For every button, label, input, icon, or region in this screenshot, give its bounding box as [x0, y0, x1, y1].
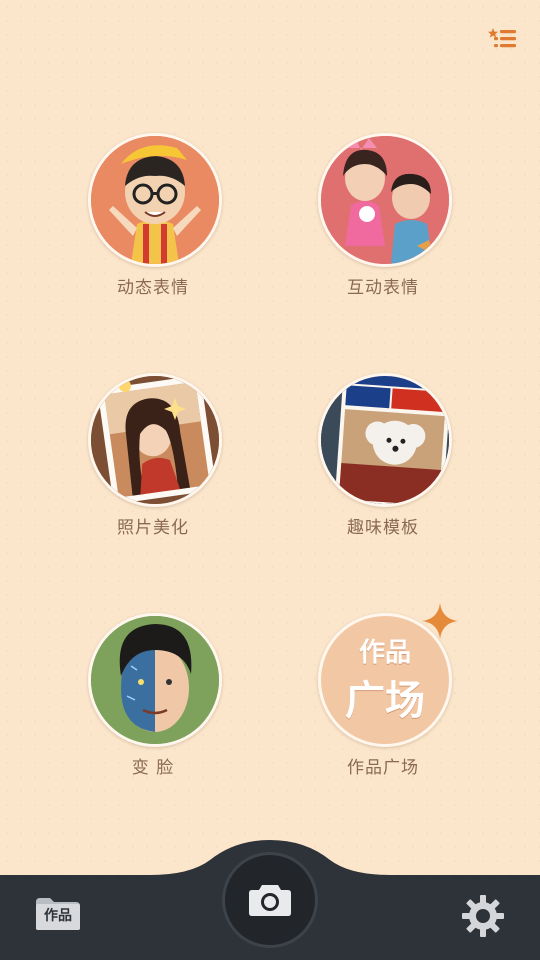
feature-label: 互动表情 [347, 278, 419, 298]
works-square-badge-line2: 广场 [345, 678, 425, 724]
feature-face-change[interactable]: 变 脸 [68, 613, 238, 793]
feature-interactive-emoji[interactable]: 互动表情 [298, 133, 468, 313]
feature-label: 趣味模板 [347, 518, 419, 538]
menu-button[interactable] [486, 24, 520, 54]
feature-photo-beautify[interactable]: 照片美化 [68, 373, 238, 553]
couple-cartoon-avatar-icon [318, 133, 452, 267]
star-list-icon [488, 28, 516, 48]
magazine-dog-icon [318, 373, 452, 507]
camera-button[interactable] [222, 852, 318, 948]
gear-icon [462, 895, 504, 937]
face-change-icon [88, 613, 222, 747]
feature-label: 动态表情 [117, 278, 189, 298]
settings-button[interactable] [460, 893, 506, 939]
sparkle-icon [422, 603, 458, 639]
feature-works-square[interactable]: 作品 广场 作品广场 [298, 603, 468, 793]
cartoon-boy-avatar-icon [88, 133, 222, 267]
feature-label: 照片美化 [117, 518, 189, 538]
camera-icon [249, 885, 291, 916]
feature-label: 作品广场 [347, 758, 419, 778]
works-button-label: 作品 [44, 908, 72, 924]
works-button[interactable]: 作品 [34, 896, 82, 932]
photo-beauty-icon [88, 373, 222, 507]
feature-dynamic-emoji[interactable]: 动态表情 [68, 133, 238, 313]
feature-fun-template[interactable]: 趣味模板 [298, 373, 468, 553]
feature-label: 变 脸 [131, 758, 175, 778]
